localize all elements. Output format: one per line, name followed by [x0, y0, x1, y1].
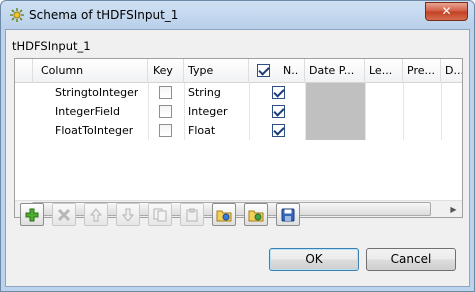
component-name-label: tHDFSInput_1 — [12, 39, 91, 53]
header-default[interactable]: D... — [441, 59, 462, 83]
table-row[interactable]: IntegerField Integer — [15, 102, 462, 121]
copy-button[interactable] — [148, 203, 172, 226]
date-pattern-cell — [306, 102, 365, 121]
save-button[interactable] — [276, 203, 300, 226]
nullable-checkbox[interactable] — [272, 124, 285, 137]
key-checkbox[interactable] — [159, 105, 172, 118]
title-bar[interactable]: Schema of tHDFSInput_1 ✕ — [1, 1, 474, 29]
header-nullable-label: N.. — [283, 64, 299, 77]
column-name-cell[interactable]: IntegerField — [55, 102, 120, 121]
dialog-content: tHDFSInput_1 Column Key Type N.. Date P.… — [5, 29, 470, 287]
column-name-cell[interactable]: StringtoInteger — [55, 83, 138, 102]
move-down-icon — [121, 208, 135, 222]
type-cell[interactable]: String — [188, 83, 221, 102]
header-key[interactable]: Key — [148, 59, 184, 83]
type-cell[interactable]: Integer — [188, 102, 228, 121]
paste-button[interactable] — [180, 203, 204, 226]
close-icon: ✕ — [441, 4, 452, 18]
export-icon — [248, 210, 264, 221]
header-nullable-checkbox[interactable] — [257, 64, 270, 77]
header-column[interactable]: Column — [33, 59, 148, 83]
key-checkbox[interactable] — [159, 124, 172, 137]
header-type[interactable]: Type — [184, 59, 249, 83]
window-title: Schema of tHDFSInput_1 — [29, 8, 179, 22]
move-up-button[interactable] — [84, 203, 108, 226]
cancel-button[interactable]: Cancel — [366, 248, 456, 271]
talend-app-icon — [10, 8, 24, 22]
add-button[interactable] — [20, 203, 44, 226]
export-button[interactable] — [244, 203, 268, 226]
close-button[interactable]: ✕ — [425, 2, 468, 21]
delete-button[interactable] — [52, 203, 76, 226]
ok-button[interactable]: OK — [269, 248, 359, 271]
delete-icon — [57, 208, 71, 221]
header-precision[interactable]: Pre... — [403, 59, 441, 83]
header-nullable[interactable]: N.. — [249, 59, 305, 83]
move-down-button[interactable] — [116, 203, 140, 226]
date-pattern-cell — [306, 83, 365, 102]
move-up-icon — [89, 207, 103, 221]
import-icon — [216, 210, 232, 221]
header-date-pattern[interactable]: Date P... — [305, 59, 365, 83]
date-pattern-cell — [306, 121, 365, 140]
key-checkbox[interactable] — [159, 86, 172, 99]
table-header: Column Key Type N.. Date P... Le... Pre.… — [15, 59, 462, 83]
save-icon — [281, 208, 295, 221]
add-icon — [25, 208, 39, 221]
header-length[interactable]: Le... — [365, 59, 403, 83]
copy-icon — [153, 208, 167, 221]
table-row[interactable]: StringtoInteger String — [15, 83, 462, 102]
scroll-right-icon[interactable]: ▶ — [445, 201, 462, 217]
nullable-checkbox[interactable] — [272, 105, 285, 118]
import-button[interactable] — [212, 203, 236, 226]
header-row-selector — [15, 59, 33, 83]
horizontal-scrollbar[interactable]: ◀ ▶ — [15, 200, 462, 217]
type-cell[interactable]: Float — [188, 121, 215, 140]
column-name-cell[interactable]: FloatToInteger — [55, 121, 133, 140]
dialog-window: Schema of tHDFSInput_1 ✕ tHDFSInput_1 Co… — [0, 0, 475, 292]
table-row[interactable]: FloatToInteger Float — [15, 121, 462, 140]
schema-table: Column Key Type N.. Date P... Le... Pre.… — [14, 58, 463, 218]
nullable-checkbox[interactable] — [272, 86, 285, 99]
paste-icon — [186, 208, 198, 221]
